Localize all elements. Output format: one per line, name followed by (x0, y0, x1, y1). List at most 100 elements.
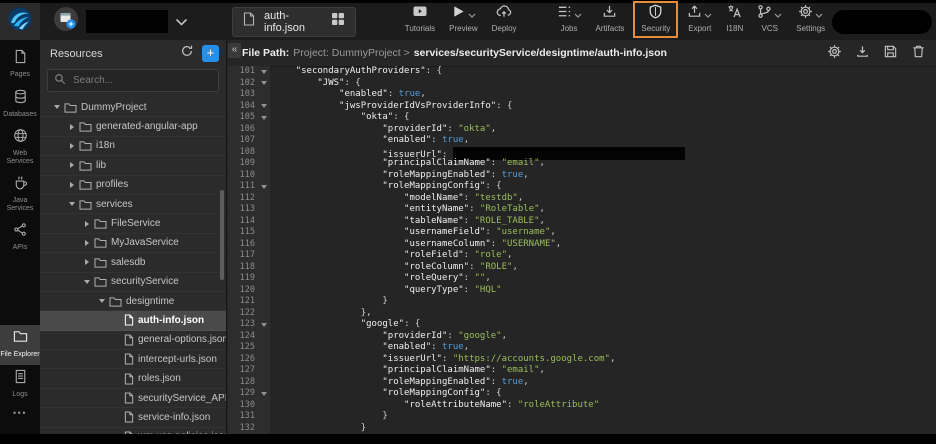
tree-item[interactable]: profiles (40, 176, 226, 195)
artifacts-button[interactable]: Artifacts (589, 5, 632, 33)
search-input[interactable] (71, 74, 212, 87)
tree-item[interactable]: auth-info.json (40, 311, 226, 330)
rail-item-logs[interactable]: Logs (0, 365, 40, 405)
tree-item[interactable]: salesdb (40, 253, 226, 272)
export-button[interactable]: Export (680, 5, 719, 33)
tree-arrow-closed-icon[interactable] (67, 143, 77, 149)
tree-arrow-open-icon[interactable] (82, 280, 92, 284)
rail-item-file-explorer[interactable]: File Explorer (0, 325, 40, 365)
code-line[interactable]: 117 "roleField": "role", (228, 250, 936, 262)
rail-item-pages[interactable]: Pages (0, 45, 40, 85)
tree-item[interactable]: i18n (40, 137, 226, 156)
code-line[interactable]: 123 "google": { (228, 319, 936, 331)
code-line[interactable]: 114 "tableName": "ROLE_TABLE", (228, 216, 936, 228)
add-resource-button[interactable]: + (202, 45, 219, 62)
save-file-button[interactable] (883, 44, 898, 62)
fold-marker-icon[interactable] (258, 101, 270, 113)
tree-item[interactable]: service-info.json (40, 408, 226, 427)
open-file-tab[interactable]: auth-info.json (232, 7, 356, 37)
code-line[interactable]: 105 "okta": { (228, 112, 936, 124)
code-line[interactable]: 101 "secondaryAuthProviders": { (228, 66, 936, 78)
code-line[interactable]: 120 "queryType": "HQL" (228, 285, 936, 297)
code-line[interactable]: 108 "issuerUrl": (228, 147, 936, 159)
settings-button[interactable]: Settings (789, 5, 832, 33)
tree-item[interactable]: roles.json (40, 369, 226, 388)
chevron-down-icon[interactable] (774, 5, 782, 23)
code-area[interactable]: 101 "secondaryAuthProviders": {102 "JWS"… (228, 66, 936, 434)
tree-item[interactable]: general-options.json (40, 331, 226, 350)
fold-marker-icon[interactable] (258, 319, 270, 331)
fold-marker-icon[interactable] (258, 112, 270, 124)
panel-scrollbar-thumb[interactable] (220, 190, 224, 280)
code-line[interactable]: 126 "issuerUrl": "https://accounts.googl… (228, 354, 936, 366)
code-line[interactable]: 131 } (228, 411, 936, 423)
tree-arrow-closed-icon[interactable] (82, 221, 92, 227)
code-line[interactable]: 122 }, (228, 308, 936, 320)
tree-arrow-closed-icon[interactable] (67, 124, 77, 130)
code-line[interactable]: 115 "usernameField": "username", (228, 227, 936, 239)
editor-settings-button[interactable] (827, 44, 842, 62)
download-file-button[interactable] (855, 44, 870, 62)
tree-item[interactable]: MyJavaService (40, 234, 226, 253)
security-button[interactable]: Security (637, 5, 674, 33)
code-line[interactable]: 109 "principalClaimName": "email", (228, 158, 936, 170)
fold-marker-icon[interactable] (258, 78, 270, 90)
code-line[interactable]: 127 "principalClaimName": "email", (228, 365, 936, 377)
rail-item-apis[interactable]: APIs (0, 218, 40, 258)
code-line[interactable]: 106 "providerId": "okta", (228, 124, 936, 136)
code-line[interactable]: 110 "roleMappingEnabled": true, (228, 170, 936, 182)
code-line[interactable]: 130 "roleAttributeName": "roleAttribute" (228, 400, 936, 412)
code-line[interactable]: 121 } (228, 296, 936, 308)
project-switcher[interactable] (53, 6, 188, 37)
tree-arrow-closed-icon[interactable] (82, 259, 92, 265)
code-line[interactable]: 124 "providerId": "google", (228, 331, 936, 343)
refresh-button[interactable] (180, 44, 194, 63)
code-line[interactable]: 129 "roleMappingConfig": { (228, 388, 936, 400)
tree-item[interactable]: intercept-urls.json (40, 350, 226, 369)
rail-more-button[interactable]: ••• (13, 408, 27, 418)
tree-item[interactable]: services (40, 195, 226, 214)
chevron-down-icon[interactable] (815, 5, 823, 23)
tree-arrow-open-icon[interactable] (67, 202, 77, 206)
code-line[interactable]: 112 "modelName": "testdb", (228, 193, 936, 205)
delete-file-button[interactable] (911, 44, 926, 62)
preview-button[interactable]: Preview (442, 5, 484, 33)
tree-item[interactable]: DummyProject (40, 98, 226, 117)
code-line[interactable]: 113 "entityName": "RoleTable", (228, 204, 936, 216)
code-line[interactable]: 102 "JWS": { (228, 78, 936, 90)
panel-collapse-button[interactable]: « (228, 43, 241, 58)
tree-item[interactable]: securityService_API.json (40, 389, 226, 408)
tree-item[interactable]: generated-angular-app (40, 117, 226, 136)
tree-arrow-closed-icon[interactable] (82, 240, 92, 246)
code-line[interactable]: 111 "roleMappingConfig": { (228, 181, 936, 193)
vcs-button[interactable]: VCS (750, 5, 789, 33)
fold-marker-icon[interactable] (258, 181, 270, 193)
tree-item[interactable]: FileService (40, 214, 226, 233)
code-line[interactable]: 104 "jwsProviderIdVsProviderInfo": { (228, 101, 936, 113)
code-line[interactable]: 125 "enabled": true, (228, 342, 936, 354)
code-line[interactable]: 116 "usernameColumn": "USERNAME", (228, 239, 936, 251)
code-line[interactable]: 103 "enabled": true, (228, 89, 936, 101)
code-line[interactable]: 107 "enabled": true, (228, 135, 936, 147)
tree-arrow-open-icon[interactable] (52, 105, 62, 109)
rail-item-web-services[interactable]: Web Services (0, 124, 40, 171)
tree-item[interactable]: designtime (40, 292, 226, 311)
rail-item-databases[interactable]: Databases (0, 85, 40, 125)
chevron-down-icon[interactable] (574, 5, 582, 23)
fold-marker-icon[interactable] (258, 388, 270, 400)
grid-apps-icon[interactable] (331, 12, 345, 31)
tree-item[interactable]: lib (40, 156, 226, 175)
chevron-down-icon[interactable] (468, 5, 476, 23)
fold-marker-icon[interactable] (258, 66, 270, 78)
chevron-down-icon[interactable] (704, 5, 712, 23)
code-line[interactable]: 128 "roleMappingEnabled": true, (228, 377, 936, 389)
code-line[interactable]: 132 } (228, 423, 936, 435)
app-logo-button[interactable] (0, 3, 40, 40)
tree-arrow-open-icon[interactable] (97, 299, 107, 303)
rail-item-java-services[interactable]: Java Services (0, 171, 40, 218)
jobs-button[interactable]: Jobs (550, 5, 589, 33)
tree-arrow-closed-icon[interactable] (67, 182, 77, 188)
code-line[interactable]: 119 "roleQuery": "", (228, 273, 936, 285)
tree-item[interactable]: securityService (40, 273, 226, 292)
deploy-button[interactable]: Deploy (485, 5, 524, 33)
